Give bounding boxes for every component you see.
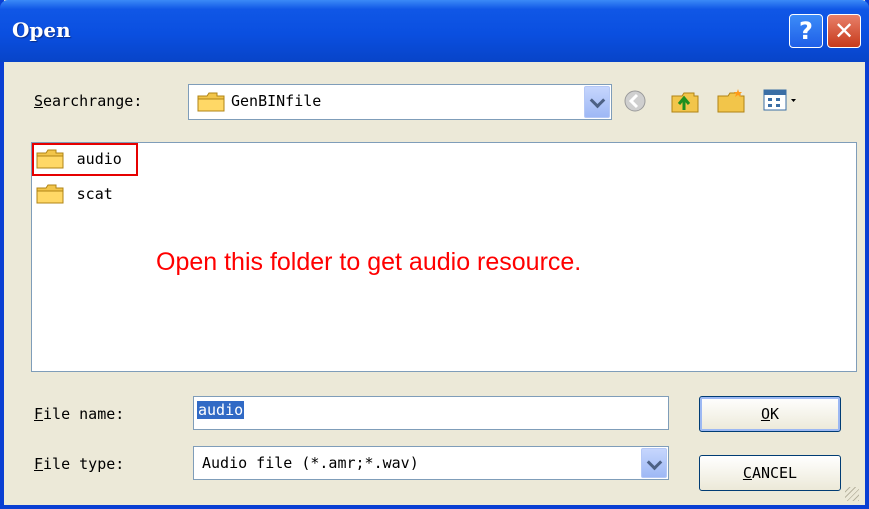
cancel-button-label: CANCEL bbox=[742, 464, 798, 482]
ok-button-label: OK bbox=[760, 405, 780, 423]
view-menu-icon[interactable] bbox=[762, 86, 804, 116]
new-folder-icon[interactable] bbox=[716, 86, 746, 116]
search-in-label: Searchrange: bbox=[34, 92, 143, 110]
close-button[interactable]: ✕ bbox=[827, 14, 861, 48]
chevron-down-icon bbox=[589, 92, 606, 109]
file-name-input[interactable]: audio bbox=[193, 396, 669, 430]
file-type-dropdown[interactable]: Audio file (*.amr;*.wav) bbox=[193, 446, 669, 480]
window-title: Open bbox=[12, 18, 71, 42]
file-type-dropdown-button[interactable] bbox=[641, 448, 667, 478]
file-type-value: Audio file (*.amr;*.wav) bbox=[202, 454, 419, 472]
ok-button[interactable]: OK bbox=[699, 396, 841, 432]
title-bar[interactable]: Open ? ✕ bbox=[0, 0, 869, 62]
chevron-down-icon bbox=[646, 454, 663, 471]
search-in-value: GenBINfile bbox=[231, 92, 322, 110]
search-in-dropdown-button[interactable] bbox=[584, 86, 610, 118]
up-folder-icon[interactable] bbox=[670, 86, 700, 116]
file-name-label: File name: bbox=[34, 405, 125, 423]
list-item-label: audio bbox=[76, 149, 122, 168]
cancel-button[interactable]: CANCEL bbox=[699, 455, 841, 491]
help-button[interactable]: ? bbox=[789, 14, 823, 48]
folder-icon bbox=[197, 92, 225, 112]
annotation-text: Open this folder to get audio resource. bbox=[156, 248, 582, 276]
search-in-dropdown[interactable]: GenBINfile bbox=[188, 84, 612, 120]
resize-grip[interactable] bbox=[845, 487, 859, 501]
list-item-scat[interactable]: scat bbox=[35, 183, 113, 207]
file-name-value: audio bbox=[197, 401, 245, 419]
list-item-label: scat bbox=[76, 184, 113, 203]
folder-icon bbox=[36, 184, 64, 203]
open-dialog: Open ? ✕ Searchrange: GenBINfile audio s… bbox=[0, 0, 869, 509]
back-icon[interactable] bbox=[622, 88, 648, 114]
file-type-label: File type: bbox=[34, 455, 125, 473]
folder-icon bbox=[36, 149, 64, 168]
list-item-audio[interactable]: audio bbox=[35, 148, 122, 172]
